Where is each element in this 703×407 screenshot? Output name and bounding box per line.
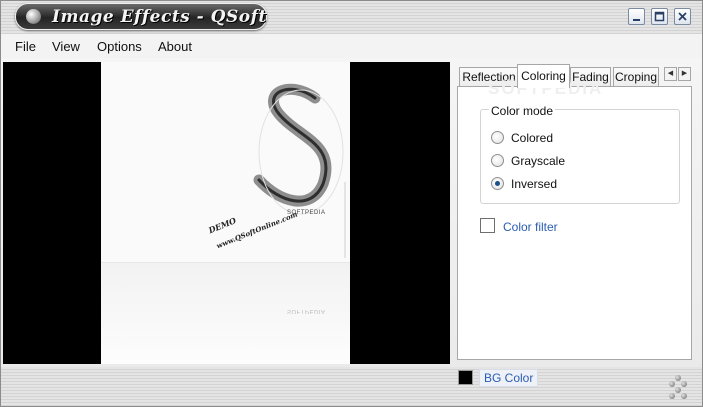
window-title: Image Effects - QSoft <box>52 7 267 27</box>
color-filter-checkbox[interactable] <box>480 218 495 233</box>
minimize-icon <box>633 19 640 21</box>
tab-scroll-right-button[interactable]: ▶ <box>678 67 691 81</box>
coloring-panel: SOFTPEDIA www.softpedia.com Color mode C… <box>457 77 692 360</box>
tab-coloring[interactable]: Coloring <box>517 64 570 88</box>
image-watermark-reflection: SOFTPEDIA <box>287 308 326 314</box>
maximize-icon <box>654 11 665 22</box>
color-mode-title: Color mode <box>489 104 556 118</box>
resize-grip-icon[interactable] <box>666 375 690 399</box>
app-logo-icon[interactable] <box>26 9 41 24</box>
color-mode-group: Color mode Colored Grayscale Inversed <box>480 104 680 204</box>
bg-color-button[interactable]: BG Color <box>479 369 539 387</box>
title-pill: Image Effects - QSoft <box>15 3 267 30</box>
close-button[interactable] <box>674 8 691 25</box>
chevron-left-icon: ◀ <box>667 70 674 77</box>
color-filter-label[interactable]: Color filter <box>503 220 558 234</box>
close-icon <box>678 12 687 21</box>
bg-color-swatch[interactable] <box>458 370 473 385</box>
chevron-right-icon: ▶ <box>681 70 688 77</box>
tab-croping[interactable]: Croping <box>613 67 659 87</box>
preview-image: SOFTPEDIA SOFTPEDIA DEMO www.QSoftOnline… <box>101 62 350 364</box>
radio-label: Colored <box>511 131 554 145</box>
radio-label: Inversed <box>511 177 558 191</box>
title-bar[interactable]: Image Effects - QSoft <box>1 1 702 34</box>
menu-about[interactable]: About <box>158 39 192 54</box>
minimize-button[interactable] <box>628 8 645 25</box>
radio-button-checked[interactable] <box>491 177 504 190</box>
radio-button-unchecked[interactable] <box>491 154 504 167</box>
menu-bar: File View Options About <box>1 34 702 58</box>
tab-scroll-left-button[interactable]: ◀ <box>664 67 677 81</box>
app-window: Image Effects - QSoft File View Options … <box>0 0 703 407</box>
radio-label: Grayscale <box>511 154 566 168</box>
radio-button-unchecked[interactable] <box>491 131 504 144</box>
maximize-button[interactable] <box>651 8 668 25</box>
image-preview[interactable]: SOFTPEDIA SOFTPEDIA DEMO www.QSoftOnline… <box>3 62 450 364</box>
menu-options[interactable]: Options <box>97 39 142 54</box>
status-bar: BG Color <box>1 367 702 406</box>
menu-file[interactable]: File <box>15 39 36 54</box>
menu-view[interactable]: View <box>52 39 80 54</box>
